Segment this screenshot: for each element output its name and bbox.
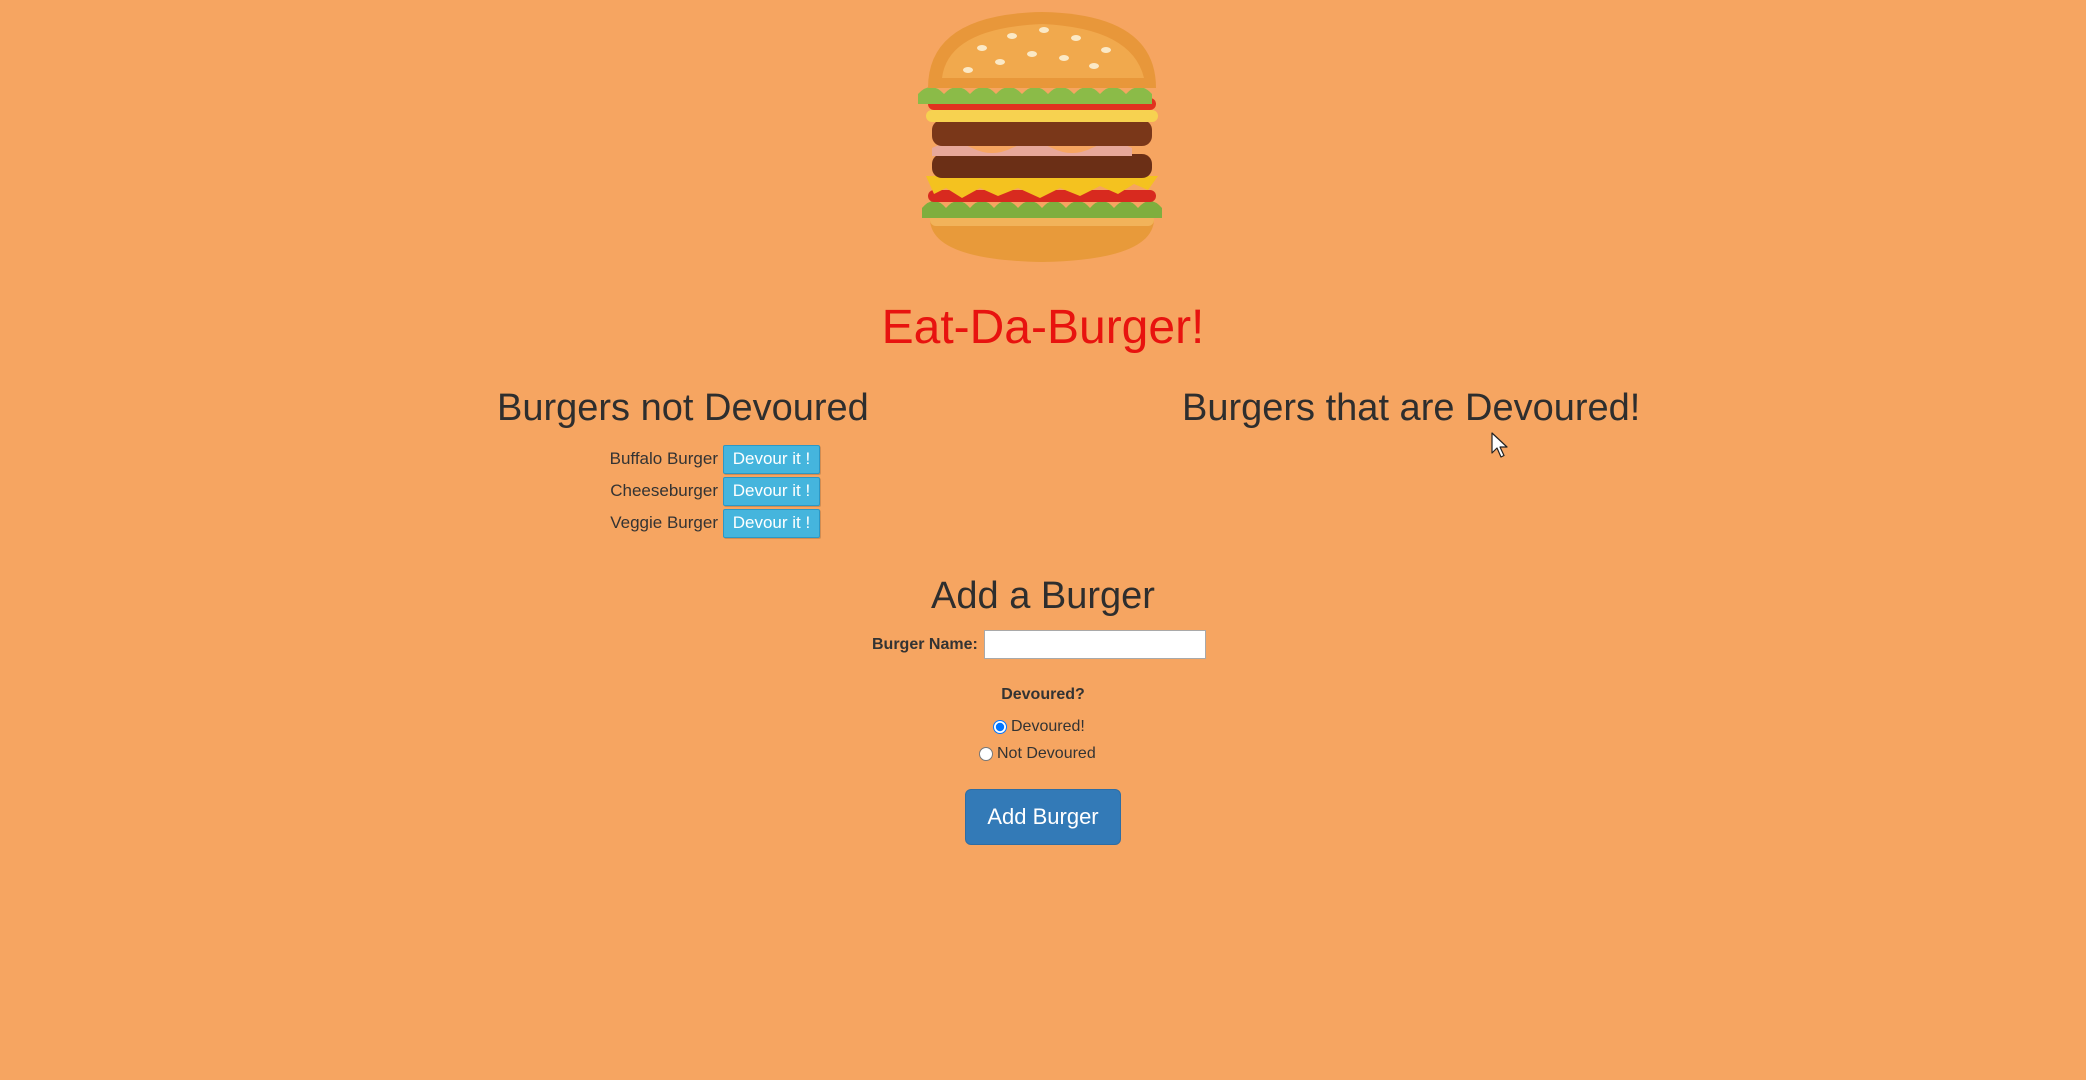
list-item: Cheeseburger Devour it ! [560,475,820,507]
burger-name: Cheeseburger [610,481,718,500]
burger-name: Veggie Burger [610,513,718,532]
mouse-cursor-icon [1491,432,1508,458]
devour-button[interactable]: Devour it ! [723,476,820,506]
list-item: Veggie Burger Devour it ! [560,507,820,539]
devour-button[interactable]: Devour it ! [723,444,820,474]
not-devoured-radio[interactable] [979,747,993,761]
burger-name-input[interactable] [983,630,1206,659]
not-devoured-list: Buffalo Burger Devour it ! Cheeseburger … [560,443,820,539]
burger-name-row: Burger Name: [872,630,1206,659]
add-burger-button[interactable]: Add Burger [965,789,1121,845]
page: Eat-Da-Burger! Burgers not Devoured Burg… [0,0,2086,1080]
devoured-heading: Burgers that are Devoured! [1182,387,1641,429]
burger-name-label: Burger Name: [872,635,978,653]
radio-label: Devoured! [1011,718,1085,735]
devoured-radio[interactable] [993,720,1007,734]
app-title: Eat-Da-Burger! [881,301,1205,354]
burger-name: Buffalo Burger [609,449,718,468]
devour-button[interactable]: Devour it ! [723,508,820,538]
devoured-question: Devoured? [1001,686,1085,703]
list-item: Buffalo Burger Devour it ! [560,443,820,475]
add-burger-heading: Add a Burger [931,575,1155,617]
radio-option-not-devoured[interactable]: Not Devoured [979,745,1096,763]
burger-logo-icon [918,12,1162,262]
not-devoured-heading: Burgers not Devoured [497,387,869,429]
radio-label: Not Devoured [997,745,1096,762]
radio-option-devoured[interactable]: Devoured! [993,718,1085,736]
